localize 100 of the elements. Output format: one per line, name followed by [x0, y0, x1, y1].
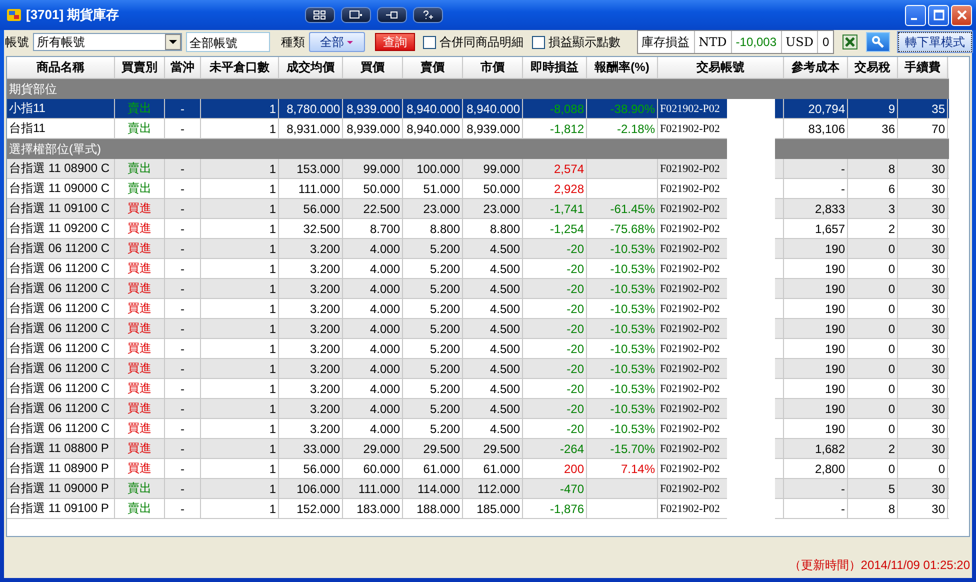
table-row[interactable]: 台指選 06 11200 C 買進 - 1 3.200 4.000 5.200 4.500 -20 -10.53% F021902-P02 190 0 30	[7, 419, 949, 439]
checkbox-label: 損益顯示點數	[548, 34, 621, 50]
table-cell: 4.000	[343, 259, 403, 278]
column-header[interactable]: 參考成本	[784, 57, 848, 78]
table-cell: 23.000	[463, 199, 523, 218]
table-cell: F021902-P02	[660, 502, 720, 514]
table-cell: 買進	[128, 240, 152, 257]
checkbox[interactable]	[532, 36, 545, 48]
pin-button[interactable]	[377, 7, 408, 23]
table-row[interactable]: 台指選 11 09000 C 賣出 - 1 111.000 50.000 51.000 50.000 2,928 F021902-P02 - 6 30	[7, 179, 949, 199]
table-cell: 1	[201, 339, 279, 358]
update-time: （更新時間）2014/11/09 01:25:20	[788, 557, 970, 574]
order-mode-button[interactable]: 轉下單模式	[898, 32, 972, 52]
column-header[interactable]: 未平倉口數	[201, 57, 279, 78]
account-dropdown[interactable]: 所有帳號	[33, 33, 182, 51]
table-cell: -	[165, 119, 201, 138]
table-row[interactable]: 台指選 06 11200 C 買進 - 1 3.200 4.000 5.200 4.500 -20 -10.53% F021902-P02 190 0 30	[7, 319, 949, 339]
table-cell: F021902-P02	[660, 162, 720, 174]
column-header[interactable]: 交易帳號	[658, 57, 784, 78]
spreadsheet-icon[interactable]	[842, 34, 858, 50]
column-header[interactable]: 成交均價	[279, 57, 343, 78]
column-header[interactable]: 買賣別	[115, 57, 165, 78]
table-row[interactable]: 台指選 06 11200 C 買進 - 1 3.200 4.000 5.200 4.500 -20 -10.53% F021902-P02 190 0 30	[7, 299, 949, 319]
table-cell: 0	[848, 419, 898, 438]
table-cell: 賣出	[128, 100, 152, 117]
table-row[interactable]: 台指選 11 09100 C 買進 - 1 56.000 22.500 23.000 23.000 -1,741 -61.45% F021902-P02 2,833 3 30	[7, 199, 949, 219]
table-cell: -20	[566, 262, 584, 276]
table-cell: -	[165, 219, 201, 238]
table-row[interactable]: 台指選 06 11200 C 買進 - 1 3.200 4.000 5.200 4.500 -20 -10.53% F021902-P02 190 0 30	[7, 399, 949, 419]
table-cell: 買進	[128, 200, 152, 217]
table-cell: 台指選 11 09200 C	[7, 219, 115, 238]
table-cell: 4.500	[463, 259, 523, 278]
table-cell: 5.200	[403, 339, 463, 358]
table-row[interactable]: 台指選 06 11200 C 買進 - 1 3.200 4.000 5.200 4.500 -20 -10.53% F021902-P02 190 0 30	[7, 259, 949, 279]
table-cell: 4.000	[343, 379, 403, 398]
table-cell: -10.53%	[610, 262, 655, 276]
caret-icon	[346, 38, 354, 46]
query-button[interactable]: 查詢	[374, 33, 415, 51]
table-row[interactable]: 台指選 11 08900 C 賣出 - 1 153.000 99.000 100.000 99.000 2,574 F021902-P02 - 8 30	[7, 159, 949, 179]
table-cell: 0	[848, 459, 898, 478]
column-header[interactable]: 即時損益	[523, 57, 587, 78]
table-cell: -20	[566, 242, 584, 256]
table-cell: 30	[898, 339, 948, 358]
table-cell: 30	[898, 399, 948, 418]
table-cell: -10.53%	[610, 342, 655, 356]
table-row[interactable]: 台指選 06 11200 C 買進 - 1 3.200 4.000 5.200 4.500 -20 -10.53% F021902-P02 190 0 30	[7, 379, 949, 399]
table-cell: 3.200	[279, 419, 343, 438]
column-header[interactable]: 賣價	[403, 57, 463, 78]
close-button[interactable]	[951, 4, 972, 26]
maximize-button[interactable]	[928, 4, 949, 26]
table-row[interactable]: 台指選 11 09000 P 賣出 - 1 106.000 111.000 114.000 112.000 -470 F021902-P02 - 5 30	[7, 479, 949, 499]
window-button[interactable]	[341, 7, 372, 23]
table-row[interactable]: 台指選 11 08800 P 買進 - 1 33.000 29.000 29.500 29.500 -264 -15.70% F021902-P02 1,682 2 30	[7, 439, 949, 459]
table-row[interactable]: 台指11 賣出 - 1 8,931.000 8,939.000 8,940.000 8,939.000 -1,812 -2.18% F021902-P02 83,106 36 70	[7, 119, 949, 139]
table-cell: F021902-P02	[660, 362, 720, 374]
table-cell: 61.000	[463, 459, 523, 478]
table-row[interactable]: 台指選 06 11200 C 買進 - 1 3.200 4.000 5.200 4.500 -20 -10.53% F021902-P02 190 0 30	[7, 339, 949, 359]
table-row[interactable]: 台指選 06 11200 C 買進 - 1 3.200 4.000 5.200 4.500 -20 -10.53% F021902-P02 190 0 30	[7, 279, 949, 299]
search-button[interactable]	[866, 32, 890, 52]
column-header[interactable]: 報酬率(%)	[587, 57, 658, 78]
table-cell: -	[165, 479, 201, 498]
column-header[interactable]: 交易稅	[848, 57, 898, 78]
help-button[interactable]	[413, 7, 444, 23]
column-header[interactable]: 買價	[343, 57, 403, 78]
table-cell: 2	[848, 439, 898, 458]
table-cell: 50.000	[463, 179, 523, 198]
table-cell: 112.000	[463, 479, 523, 498]
table-cell: -1,812	[550, 122, 584, 136]
column-header[interactable]: 當沖	[165, 57, 201, 78]
column-header[interactable]: 商品名稱	[7, 57, 115, 78]
table-row[interactable]: 台指選 11 08900 P 買進 - 1 56.000 60.000 61.000 61.000 200 7.14% F021902-P02 2,800 0 0	[7, 459, 949, 479]
table-cell: -75.68%	[610, 222, 655, 236]
search-icon	[871, 35, 886, 49]
account-field[interactable]: 全部帳號	[186, 32, 270, 52]
table-cell: 5.200	[403, 359, 463, 378]
table-row[interactable]: 台指選 11 09200 C 買進 - 1 32.500 8.700 8.800 8.800 -1,254 -75.68% F021902-P02 1,657 2 30	[7, 219, 949, 239]
table-cell: -8,088	[550, 102, 584, 116]
table-cell: F021902-P02	[660, 482, 720, 494]
table-cell: -10.53%	[610, 322, 655, 336]
checkbox[interactable]	[422, 36, 436, 48]
table-row[interactable]: 台指選 11 09100 P 賣出 - 1 152.000 183.000 188.000 185.000 -1,876 F021902-P02 - 8 30	[7, 499, 949, 519]
table-cell: 30	[898, 479, 948, 498]
table-row[interactable]: 台指選 06 11200 C 買進 - 1 3.200 4.000 5.200 4.500 -20 -10.53% F021902-P02 190 0 30	[7, 239, 949, 259]
table-cell: 8,939.000	[343, 99, 403, 118]
table-cell: 30	[898, 239, 948, 258]
table-cell: -20	[566, 382, 584, 396]
table-cell: F021902-P02	[660, 422, 720, 434]
table-row[interactable]: 台指選 06 11200 C 買進 - 1 3.200 4.000 5.200 4.500 -20 -10.53% F021902-P02 190 0 30	[7, 359, 949, 379]
maximize-icon	[932, 9, 944, 21]
table-cell: 183.000	[343, 499, 403, 518]
minimize-button[interactable]	[905, 4, 926, 26]
table-cell: 99.000	[343, 159, 403, 178]
table-row[interactable]: 小指11 賣出 - 1 8,780.000 8,939.000 8,940.000 8,940.000 -8,088 -38.90% F021902-P02 20,794 9 35	[7, 99, 949, 119]
column-header[interactable]: 市價	[463, 57, 523, 78]
type-dropdown-button[interactable]: 全部	[309, 32, 365, 52]
table-cell: 29.500	[463, 439, 523, 458]
table-cell: 台指選 11 09100 P	[7, 499, 115, 518]
layout-button[interactable]	[305, 7, 336, 23]
table-cell: -	[165, 359, 201, 378]
column-header[interactable]: 手續費	[898, 57, 948, 78]
